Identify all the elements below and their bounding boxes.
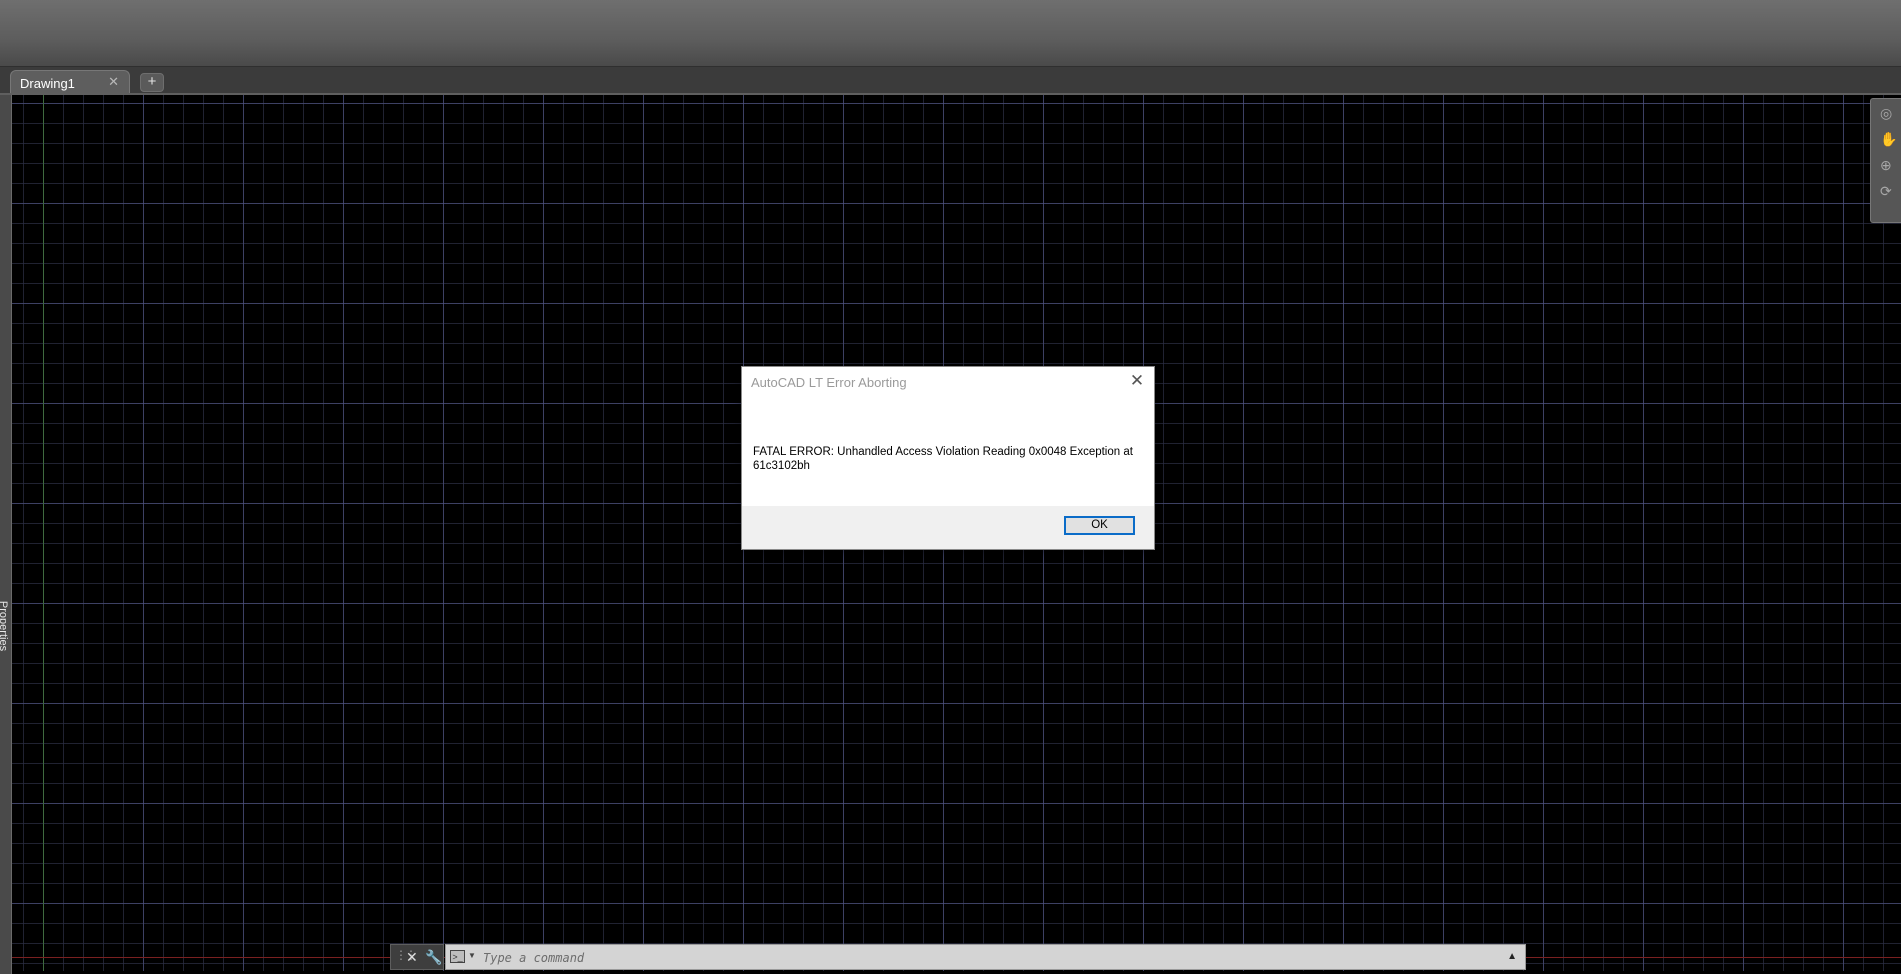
y-axis-line <box>43 95 44 971</box>
close-icon[interactable]: ✕ <box>108 74 119 90</box>
pan-icon[interactable]: ✋ <box>1880 131 1897 148</box>
close-icon[interactable]: ✕ <box>1126 370 1148 392</box>
ok-button[interactable]: OK <box>1064 516 1135 535</box>
palette-label: Properties <box>0 600 10 652</box>
close-icon[interactable]: ✕ <box>406 949 418 966</box>
error-dialog: AutoCAD LT Error Aborting ✕ FATAL ERROR:… <box>741 366 1155 550</box>
orbit-icon[interactable]: ⟳ <box>1880 183 1892 200</box>
file-tab-bar: Drawing1 ✕ + <box>0 67 1901 95</box>
customize-icon[interactable]: 🔧 <box>425 949 442 966</box>
properties-palette-collapsed[interactable]: Properties <box>0 95 12 974</box>
command-line: ⋮⋮ ✕ 🔧 >_ ▼ ▲ <box>390 944 1526 970</box>
autocad-window: Drawing1 ✕ + Properties ◎ ✋ ⊕ ⟳ AutoCAD … <box>0 0 1901 974</box>
tab-label: Drawing1 <box>20 76 75 91</box>
zoom-icon[interactable]: ⊕ <box>1880 157 1892 174</box>
navigation-bar: ◎ ✋ ⊕ ⟳ <box>1870 98 1901 223</box>
command-field: >_ ▼ ▲ <box>445 944 1526 970</box>
command-prompt-icon[interactable]: >_ <box>450 950 465 963</box>
chevron-down-icon[interactable]: ▼ <box>468 951 476 960</box>
new-tab-button[interactable]: + <box>140 73 164 92</box>
command-input[interactable] <box>481 948 1495 968</box>
steering-wheel-icon[interactable]: ◎ <box>1880 105 1892 122</box>
dialog-title: AutoCAD LT Error Aborting <box>751 375 907 390</box>
dialog-footer: OK <box>742 506 1154 549</box>
command-history-icon[interactable]: ▲ <box>1507 951 1517 962</box>
command-line-controls: ⋮⋮ ✕ 🔧 <box>390 944 444 970</box>
tab-drawing1[interactable]: Drawing1 ✕ <box>10 70 130 93</box>
error-message: FATAL ERROR: Unhandled Access Violation … <box>753 446 1133 472</box>
ribbon-area <box>0 0 1901 67</box>
